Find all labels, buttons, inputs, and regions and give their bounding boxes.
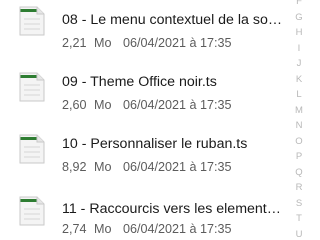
file-size-unit: Mo bbox=[94, 36, 112, 50]
index-letter[interactable]: N bbox=[288, 121, 310, 131]
index-letter[interactable]: U bbox=[288, 229, 310, 240]
ts-file-icon bbox=[19, 72, 45, 102]
index-letter[interactable]: K bbox=[288, 74, 310, 85]
index-letter[interactable]: T bbox=[288, 214, 310, 224]
file-size-unit: Mo bbox=[94, 160, 112, 174]
file-meta: 2,60 Mo 06/04/2021 à 17:35 bbox=[62, 98, 288, 113]
index-letter[interactable]: P bbox=[288, 152, 310, 162]
file-name: 08 - Le menu contextuel de la souris.ts bbox=[62, 12, 288, 28]
list-item[interactable]: 10 - Personnaliser le ruban.ts 8,92 Mo 06/… bbox=[0, 128, 288, 184]
index-letter[interactable]: H bbox=[288, 28, 310, 38]
index-letter[interactable]: G bbox=[288, 12, 310, 23]
index-letter[interactable]: O bbox=[288, 136, 310, 147]
file-name: 11 - Raccourcis vers les elements.ts bbox=[62, 201, 288, 217]
index-letter[interactable]: I bbox=[288, 43, 310, 54]
file-date: 06/04/2021 à 17:35 bbox=[123, 36, 232, 50]
index-letter[interactable]: Q bbox=[288, 167, 310, 178]
file-size: 2,21 bbox=[62, 36, 87, 50]
list-item[interactable]: 09 - Theme Office noir.ts 2,60 Mo 06/04/20… bbox=[0, 66, 288, 122]
file-list: 08 - Le menu contextuel de la souris.ts … bbox=[0, 0, 288, 240]
file-meta: 2,74 Mo 06/04/2021 à 17:35 bbox=[62, 222, 288, 237]
file-size-unit: Mo bbox=[94, 222, 112, 236]
index-letter[interactable]: S bbox=[288, 198, 310, 209]
index-letter[interactable]: L bbox=[288, 90, 310, 100]
ts-file-icon bbox=[19, 6, 45, 36]
file-size: 8,92 bbox=[62, 160, 87, 174]
alphabet-index[interactable]: F G H I J K L M N O P Q R S T U bbox=[288, 0, 310, 240]
index-letter[interactable]: F bbox=[288, 0, 310, 7]
ts-file-icon bbox=[19, 134, 45, 164]
index-letter[interactable]: M bbox=[288, 105, 310, 116]
file-meta: 8,92 Mo 06/04/2021 à 17:35 bbox=[62, 160, 288, 175]
file-meta: 2,21 Mo 06/04/2021 à 17:35 bbox=[62, 36, 288, 51]
file-date: 06/04/2021 à 17:35 bbox=[123, 222, 232, 236]
list-item[interactable]: 11 - Raccourcis vers les elements.ts 2,7… bbox=[0, 190, 288, 240]
ts-file-icon bbox=[19, 196, 45, 226]
index-letter[interactable]: R bbox=[288, 183, 310, 193]
file-date: 06/04/2021 à 17:35 bbox=[123, 160, 232, 174]
file-name: 10 - Personnaliser le ruban.ts bbox=[62, 136, 248, 152]
file-size: 2,74 bbox=[62, 222, 87, 236]
index-letter[interactable]: J bbox=[288, 59, 310, 69]
list-item[interactable]: 08 - Le menu contextuel de la souris.ts … bbox=[0, 0, 288, 56]
file-date: 06/04/2021 à 17:35 bbox=[123, 98, 232, 112]
file-name: 09 - Theme Office noir.ts bbox=[62, 74, 217, 90]
file-size: 2,60 bbox=[62, 98, 87, 112]
file-size-unit: Mo bbox=[94, 98, 112, 112]
